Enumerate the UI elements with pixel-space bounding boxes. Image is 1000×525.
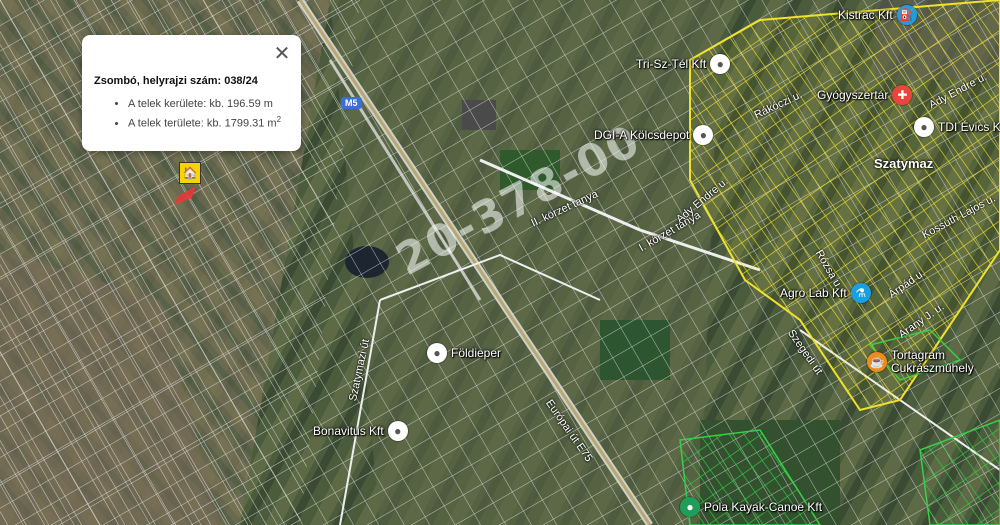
poi-bonavitus[interactable]: Bonavitus Kft ● — [313, 421, 408, 441]
poi-label-line2: Cukrászműhely — [891, 361, 974, 375]
cafe-icon: ☕ — [867, 352, 887, 372]
area-unit-sup: 2 — [276, 115, 282, 124]
location-pin-icon: ● — [693, 125, 714, 145]
poi-label: Tortagram Cukrászműhely — [891, 349, 974, 375]
poi-label: Kistrac Kft — [838, 7, 893, 22]
poi-label: Agro Lab Kft — [780, 285, 847, 300]
parcel-perimeter: A telek kerülete: kb. 196.59 m — [128, 97, 289, 112]
location-pin-icon: ● — [710, 54, 731, 74]
poi-label: Pola Kayak-Canoe Kft — [704, 499, 823, 514]
popup-title: Zsombó, helyrajzi szám: 038/24 — [94, 75, 258, 87]
poi-pola[interactable]: ● Pola Kayak-Canoe Kft — [680, 497, 822, 517]
location-pin-icon: ● — [427, 343, 447, 363]
location-pin-icon: ● — [914, 117, 934, 137]
poi-label: TDI Évics Kegad — [938, 119, 1000, 134]
parcel-info-popup: ✕ Zsombó, helyrajzi szám: 038/24 A telek… — [82, 35, 301, 151]
poi-agro[interactable]: Agro Lab Kft ⚗ — [780, 283, 871, 303]
store-icon: ● — [680, 497, 700, 517]
parcel-area: A telek területe: kb. 1799.31 m2 — [128, 112, 289, 132]
lab-icon: ⚗ — [850, 283, 871, 303]
gas-station-icon: ⛽ — [896, 5, 917, 25]
parcel-marker-icon[interactable]: 🏠 — [179, 162, 201, 184]
pharmacy-icon: ✚ — [892, 85, 913, 105]
close-icon[interactable]: ✕ — [273, 44, 291, 64]
poi-gyogyszertar[interactable]: Gyógyszertár ✚ — [817, 85, 913, 105]
poi-label: Tri-Sz-Tél Kft — [636, 56, 707, 71]
parcel-area-text: A telek területe: kb. 1799.31 m — [128, 117, 277, 130]
poi-tri[interactable]: Tri-Sz-Tél Kft ● — [636, 54, 731, 74]
poi-foldieper[interactable]: ● Földieper — [427, 343, 501, 363]
poi-label: DGI-A Kölcsdepot — [594, 127, 690, 142]
poi-tortagram[interactable]: ☕ Tortagram Cukrászműhely — [867, 349, 974, 375]
road-shield-m5: M5 — [341, 97, 362, 109]
map-canvas[interactable]: 20-378-00 Szatymaz M5 Szatymazi út Európ… — [0, 0, 1000, 525]
poi-label: Földieper — [451, 345, 502, 360]
poi-label: Bonavitus Kft — [313, 423, 384, 438]
poi-tdi[interactable]: ● TDI Évics Kegad — [914, 117, 1000, 137]
town-label: Szatymaz — [874, 156, 934, 171]
parcel-details-list: A telek kerülete: kb. 196.59 m A telek t… — [94, 97, 289, 132]
poi-kistrac[interactable]: Kistrac Kft ⛽ — [838, 5, 917, 25]
poi-label: Gyógyszertár — [817, 87, 889, 102]
poi-dgi[interactable]: DGI-A Kölcsdepot ● — [594, 125, 714, 145]
location-pin-icon: ● — [387, 421, 408, 441]
poi-label-line1: Tortagram — [891, 348, 946, 362]
